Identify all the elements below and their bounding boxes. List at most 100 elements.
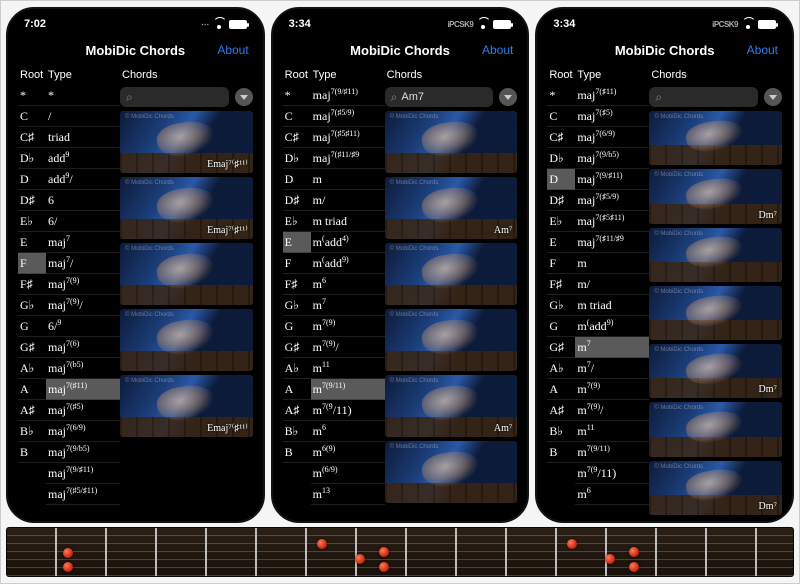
type-item[interactable]: m6 bbox=[311, 274, 385, 295]
root-item[interactable]: * bbox=[283, 85, 311, 106]
type-item[interactable]: triad bbox=[46, 127, 120, 148]
root-item[interactable]: A bbox=[283, 379, 311, 400]
root-item[interactable]: A♭ bbox=[18, 358, 46, 379]
type-item[interactable]: maj7(6/9) bbox=[575, 127, 649, 148]
root-item[interactable]: D♯ bbox=[283, 190, 311, 211]
type-item[interactable]: m7(9/11) bbox=[311, 400, 385, 421]
root-item[interactable]: F♯ bbox=[547, 274, 575, 295]
type-item[interactable]: m/ bbox=[575, 274, 649, 295]
chord-tile[interactable]: © MobiDic Chords bbox=[385, 111, 518, 173]
chord-tile[interactable]: © MobiDic Chords bbox=[385, 441, 518, 503]
type-item[interactable]: m7(9/11) bbox=[575, 442, 649, 463]
chord-tile[interactable]: © MobiDic Chords bbox=[649, 286, 782, 340]
type-item[interactable]: m bbox=[311, 169, 385, 190]
search-input[interactable] bbox=[401, 91, 487, 103]
root-item[interactable]: C♯ bbox=[283, 127, 311, 148]
chord-tile[interactable]: © MobiDic ChordsEmaj⁷⁽♯¹¹⁾ bbox=[120, 111, 253, 173]
root-item[interactable]: C bbox=[18, 106, 46, 127]
type-item[interactable]: add9/ bbox=[46, 169, 120, 190]
type-item[interactable]: maj7(9/♯11) bbox=[311, 85, 385, 106]
type-item[interactable]: m11 bbox=[311, 358, 385, 379]
type-item[interactable]: m(add4) bbox=[311, 232, 385, 253]
type-item[interactable]: maj7(♯5/9) bbox=[575, 190, 649, 211]
root-item[interactable]: * bbox=[547, 85, 575, 106]
root-item[interactable]: B♭ bbox=[547, 421, 575, 442]
root-item[interactable]: E♭ bbox=[547, 211, 575, 232]
root-item[interactable]: E bbox=[283, 232, 311, 253]
type-item[interactable]: m6 bbox=[575, 484, 649, 505]
root-item[interactable]: E bbox=[547, 232, 575, 253]
search-input[interactable] bbox=[666, 91, 752, 103]
type-item[interactable]: maj7(♯11) bbox=[575, 85, 649, 106]
type-item[interactable]: m7(9) bbox=[575, 379, 649, 400]
root-item[interactable]: B bbox=[18, 442, 46, 463]
root-item[interactable]: G♯ bbox=[547, 337, 575, 358]
root-list[interactable]: *CC♯D♭DD♯E♭EFF♯G♭GG♯A♭AA♯B♭B bbox=[547, 85, 575, 515]
chord-tile-list[interactable]: © MobiDic ChordsEmaj⁷⁽♯¹¹⁾© MobiDic Chor… bbox=[120, 111, 257, 515]
root-item[interactable]: D♭ bbox=[283, 148, 311, 169]
root-item[interactable]: B♭ bbox=[18, 421, 46, 442]
type-item[interactable]: m7(9)/ bbox=[311, 337, 385, 358]
root-item[interactable]: F♯ bbox=[18, 274, 46, 295]
type-item[interactable]: m7(9)/ bbox=[575, 400, 649, 421]
root-item[interactable]: * bbox=[18, 85, 46, 106]
type-item[interactable]: 6/9 bbox=[46, 316, 120, 337]
root-item[interactable]: A♯ bbox=[547, 400, 575, 421]
type-item[interactable]: maj7(6/9) bbox=[46, 421, 120, 442]
chord-tile[interactable]: © MobiDic ChordsEmaj⁷⁽♯¹¹⁾ bbox=[120, 177, 253, 239]
root-item[interactable]: G♭ bbox=[283, 295, 311, 316]
about-button[interactable]: About bbox=[747, 43, 778, 57]
type-item[interactable]: m7 bbox=[311, 295, 385, 316]
search-box[interactable]: ⌕ bbox=[385, 87, 494, 107]
type-item[interactable]: m6 bbox=[311, 421, 385, 442]
type-item[interactable]: m triad bbox=[311, 211, 385, 232]
chord-filter-button[interactable] bbox=[235, 88, 253, 106]
chord-tile[interactable]: © MobiDic Chords bbox=[385, 309, 518, 371]
chord-tile[interactable]: © MobiDic ChordsAm⁷ bbox=[385, 375, 518, 437]
root-item[interactable]: D♭ bbox=[547, 148, 575, 169]
type-item[interactable]: maj7(9/♯11) bbox=[46, 463, 120, 484]
search-input[interactable] bbox=[137, 91, 223, 103]
type-item[interactable]: maj7(9/♯11) bbox=[575, 169, 649, 190]
root-item[interactable]: C♯ bbox=[547, 127, 575, 148]
about-button[interactable]: About bbox=[217, 43, 248, 57]
chord-tile[interactable]: © MobiDic Chords bbox=[120, 309, 253, 371]
type-item[interactable]: maj7(♯5♯11) bbox=[311, 127, 385, 148]
type-item[interactable]: maj7(9/b5) bbox=[575, 148, 649, 169]
root-item[interactable]: G bbox=[547, 316, 575, 337]
type-item[interactable]: m13 bbox=[311, 484, 385, 505]
root-item[interactable]: D♭ bbox=[18, 148, 46, 169]
type-item[interactable]: maj7(9)/ bbox=[46, 295, 120, 316]
type-item[interactable]: 6 bbox=[46, 190, 120, 211]
type-item[interactable]: m7(9) bbox=[311, 316, 385, 337]
type-item[interactable]: m/ bbox=[311, 190, 385, 211]
chord-tile[interactable]: © MobiDic Chords bbox=[120, 243, 253, 305]
root-item[interactable]: F bbox=[283, 253, 311, 274]
type-item[interactable]: 6/ bbox=[46, 211, 120, 232]
root-item[interactable]: A♯ bbox=[18, 400, 46, 421]
root-item[interactable]: G♯ bbox=[18, 337, 46, 358]
root-item[interactable]: E♭ bbox=[18, 211, 46, 232]
chord-tile-list[interactable]: © MobiDic Chords© MobiDic ChordsAm⁷© Mob… bbox=[385, 111, 522, 515]
chord-tile[interactable]: © MobiDic Chords bbox=[649, 402, 782, 456]
root-item[interactable]: G♭ bbox=[547, 295, 575, 316]
root-item[interactable]: E♭ bbox=[283, 211, 311, 232]
chord-tile-list[interactable]: © MobiDic Chords© MobiDic ChordsDm⁷© Mob… bbox=[649, 111, 786, 515]
type-item[interactable]: maj7(b5) bbox=[46, 358, 120, 379]
root-item[interactable]: F bbox=[18, 253, 46, 274]
root-item[interactable]: D♯ bbox=[547, 190, 575, 211]
chord-tile[interactable]: © MobiDic ChordsDm⁷ bbox=[649, 461, 782, 515]
type-item[interactable]: m11 bbox=[575, 421, 649, 442]
root-item[interactable]: D bbox=[18, 169, 46, 190]
root-item[interactable]: C♯ bbox=[18, 127, 46, 148]
type-item[interactable]: m(6/9) bbox=[311, 463, 385, 484]
root-item[interactable]: B♭ bbox=[283, 421, 311, 442]
type-item[interactable]: maj7(♯5/♯11) bbox=[46, 484, 120, 505]
root-item[interactable]: E bbox=[18, 232, 46, 253]
search-box[interactable]: ⌕ bbox=[120, 87, 229, 107]
root-item[interactable]: G♯ bbox=[283, 337, 311, 358]
type-item[interactable]: m bbox=[575, 253, 649, 274]
root-item[interactable]: D bbox=[283, 169, 311, 190]
type-item[interactable]: m7(9/11) bbox=[575, 463, 649, 484]
type-item[interactable]: m triad bbox=[575, 295, 649, 316]
